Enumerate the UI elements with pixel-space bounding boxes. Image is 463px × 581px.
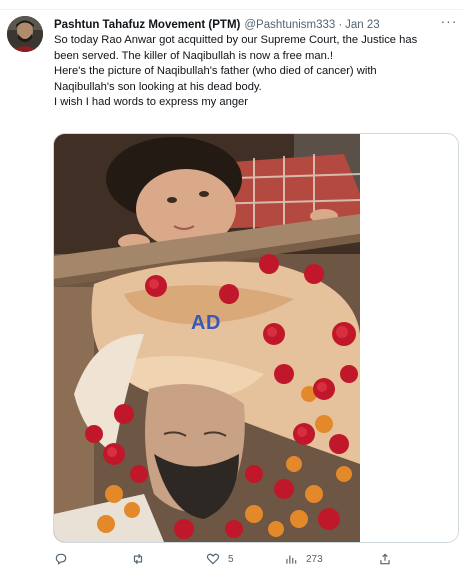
retweet-icon xyxy=(133,553,143,565)
separator-dot: · xyxy=(338,19,343,31)
views-count: 273 xyxy=(306,553,323,565)
reply-icon xyxy=(55,553,67,565)
author-avatar[interactable] xyxy=(7,16,43,52)
reply-button[interactable] xyxy=(54,548,76,570)
more-options-icon[interactable]: ··· xyxy=(440,14,458,30)
media-watermark: AD xyxy=(191,312,221,334)
tweet-media-photo[interactable]: AD xyxy=(53,133,459,543)
like-count: 5 xyxy=(228,553,234,565)
heart-icon xyxy=(206,553,220,565)
tweet-text-line: Naqibullah's son looking at his dead bod… xyxy=(54,80,262,93)
share-button[interactable] xyxy=(378,548,392,570)
like-button[interactable]: 5 xyxy=(206,548,234,570)
views-button[interactable]: 273 xyxy=(284,548,323,570)
tweet-text: So today Rao Anwar got acquitted by our … xyxy=(54,33,454,111)
previous-tweet-divider xyxy=(0,0,463,10)
retweet-button[interactable] xyxy=(131,548,153,570)
author-name[interactable]: Pashtun Tahafuz Movement (PTM) xyxy=(54,19,240,31)
tweet-text-line: I wish I had words to express my anger xyxy=(54,96,249,109)
share-icon xyxy=(380,553,390,565)
tweet-date[interactable]: Jan 23 xyxy=(345,19,380,31)
media-photo-illustration xyxy=(54,134,458,542)
tweet-text-line: So today Rao Anwar got acquitted by our … xyxy=(54,34,418,46)
author-handle[interactable]: @Pashtunism333 xyxy=(244,19,335,31)
tweet-header: Pashtun Tahafuz Movement (PTM) @Pashtuni… xyxy=(54,16,454,34)
tweet-text-line: been served. The killer of Naqibullah is… xyxy=(54,49,334,62)
views-icon xyxy=(286,555,297,564)
tweet-actions: 5 273 xyxy=(54,548,454,570)
tweet-text-line: Here's the picture of Naqibullah's fathe… xyxy=(54,65,377,78)
